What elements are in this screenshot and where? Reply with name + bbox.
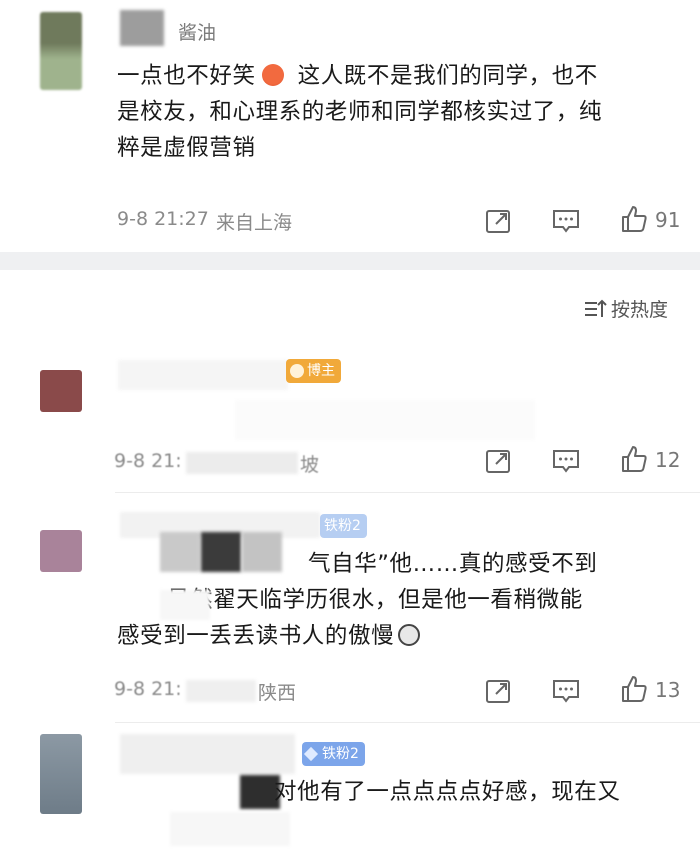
avatar[interactable]	[40, 734, 82, 814]
comment-icon[interactable]	[551, 676, 581, 706]
redacted-block	[160, 590, 210, 620]
meta-redacted	[186, 680, 256, 702]
like-count: 12	[655, 448, 681, 472]
like-icon[interactable]	[619, 674, 649, 704]
blogger-badge: 博主	[286, 359, 341, 383]
comment-time: 9-8 21:	[114, 450, 182, 472]
username-redacted	[120, 10, 164, 46]
diamond-icon	[303, 746, 319, 762]
meta-redacted	[186, 452, 298, 474]
comment-icon[interactable]	[551, 446, 581, 476]
angry-emoji-icon	[261, 64, 284, 86]
avatar[interactable]	[40, 12, 82, 90]
comment-location: 来自上海	[216, 212, 293, 234]
username[interactable]: 酱油	[178, 18, 216, 45]
comment-divider	[115, 492, 700, 493]
section-divider	[0, 252, 700, 270]
repost-icon[interactable]	[484, 446, 514, 476]
comment-text: 对他有了一点点点点好感，现在又	[274, 779, 621, 805]
fan-badge: 铁粉2	[302, 742, 365, 766]
comment-time: 9-8 21:	[114, 678, 182, 700]
comment-text: 一点也不好笑 这人既不是我们的同学，也不 是校友，和心理系的老师和同学都核实过了，…	[117, 63, 603, 161]
sort-label: 按热度	[611, 299, 669, 321]
sort-toggle[interactable]: 按热度	[583, 295, 668, 322]
username-redacted	[120, 734, 295, 774]
comment-time: 9-8 21:27	[117, 208, 209, 230]
repost-icon[interactable]	[484, 676, 514, 706]
avatar[interactable]	[40, 530, 82, 572]
sweat-emoji-icon	[398, 624, 421, 646]
username-redacted	[118, 360, 288, 390]
fan-badge: 铁粉2	[320, 514, 367, 538]
like-count: 13	[655, 678, 681, 702]
repost-icon[interactable]	[484, 206, 514, 236]
avatar[interactable]	[40, 370, 82, 412]
blogger-badge-icon	[290, 364, 304, 378]
sort-icon	[585, 299, 607, 317]
like-icon[interactable]	[619, 204, 649, 234]
comment-text-redacted	[235, 400, 535, 440]
like-count: 91	[655, 208, 681, 232]
comment-icon[interactable]	[551, 206, 581, 236]
comment-divider	[115, 722, 700, 723]
like-icon[interactable]	[619, 444, 649, 474]
comment-location: 坡	[300, 454, 320, 476]
redacted-block	[170, 812, 290, 846]
comment-location: 陕西	[258, 682, 297, 704]
